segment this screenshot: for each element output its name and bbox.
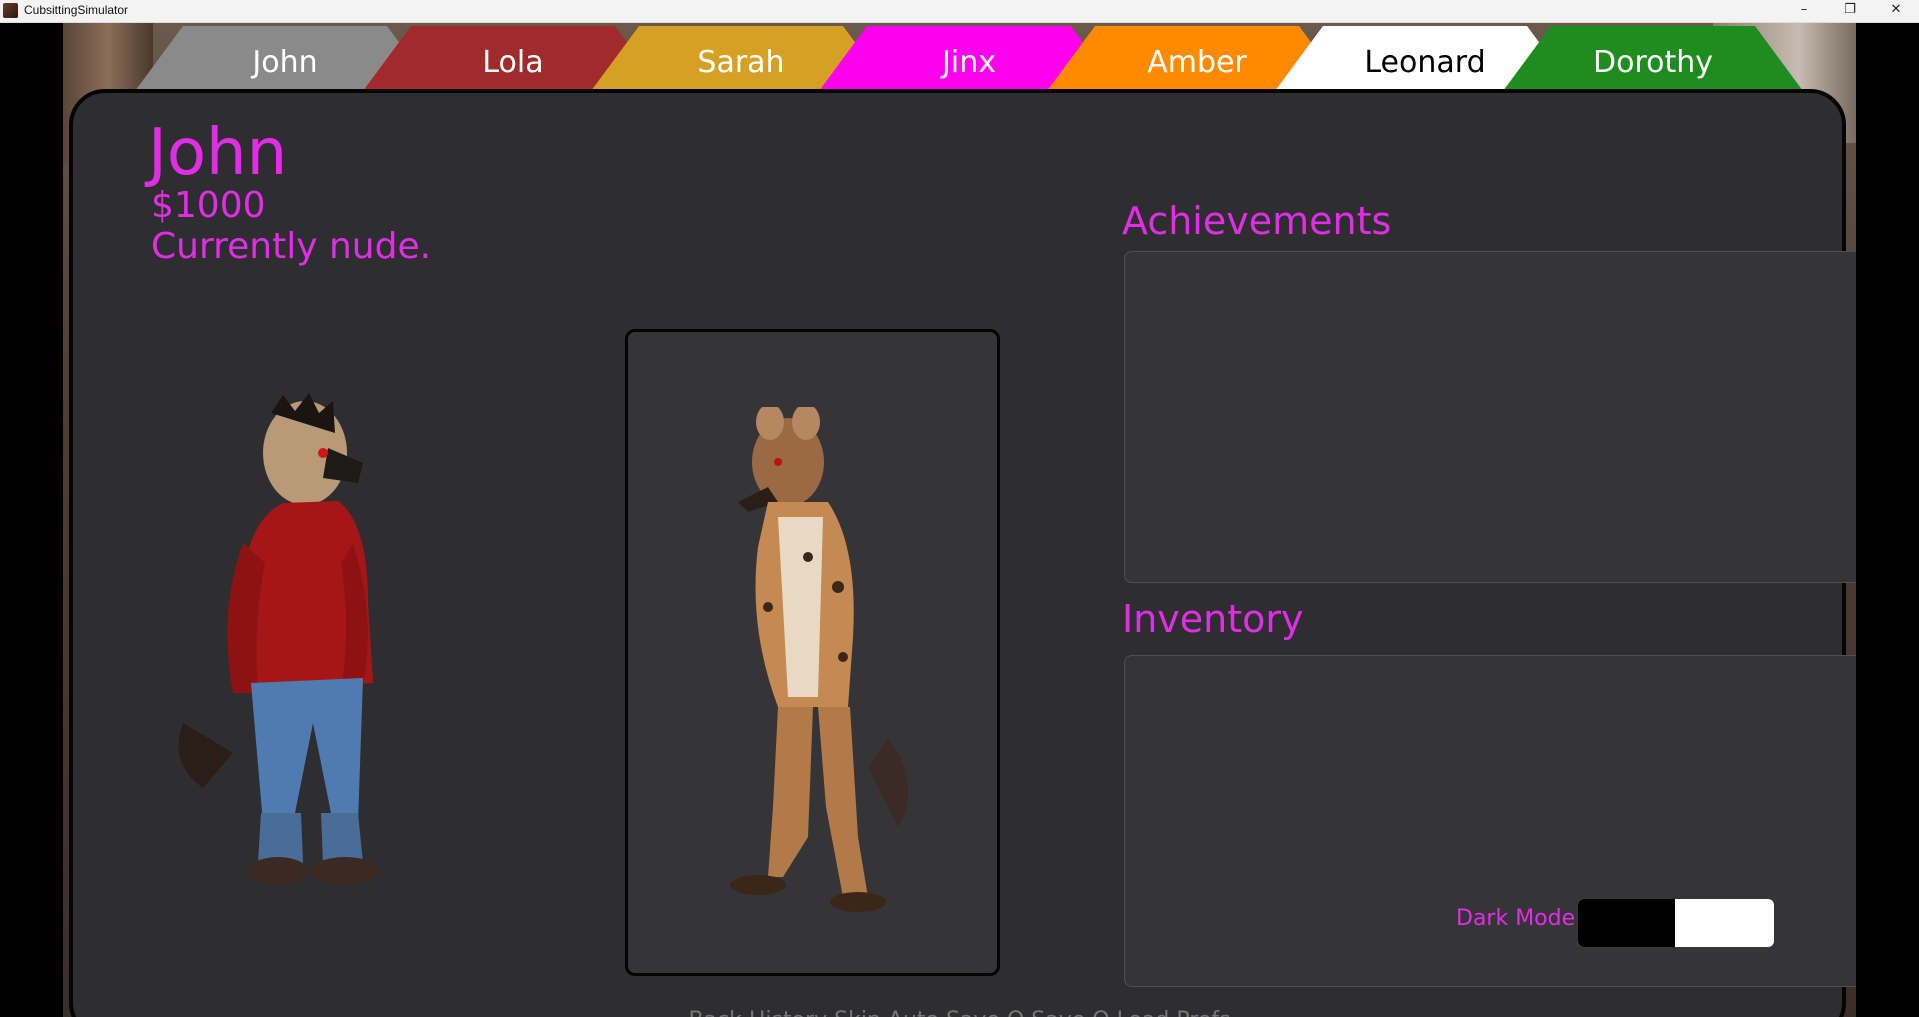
minimize-button[interactable]: – xyxy=(1781,0,1827,22)
window-title-bar: CubsittingSimulator – ❐ ✕ xyxy=(0,0,1919,23)
tab-dorothy[interactable]: Dorothy xyxy=(1503,26,1803,91)
tab-label: Leonard xyxy=(1364,45,1486,80)
character-portrait-image xyxy=(730,407,909,912)
tab-label: John xyxy=(252,45,318,80)
close-button[interactable]: ✕ xyxy=(1873,0,1919,22)
tab-label: Lola xyxy=(482,45,544,80)
inventory-heading: Inventory xyxy=(1122,597,1304,641)
quick-menu[interactable]: Back History Skip Auto Save Q.Save Q.Loa… xyxy=(63,1007,1856,1017)
app-icon xyxy=(3,3,18,18)
character-name: John xyxy=(148,116,288,190)
character-portrait-frame xyxy=(625,329,1000,976)
dark-mode-label: Dark Mode xyxy=(1456,906,1576,931)
maximize-button[interactable]: ❐ xyxy=(1827,0,1873,22)
achievements-heading: Achievements xyxy=(1122,199,1392,243)
outfit-status: Currently nude. xyxy=(151,226,432,267)
money-display: $1000 xyxy=(151,185,266,226)
character-figure-clothed xyxy=(178,393,379,885)
dark-mode-toggle-knob[interactable] xyxy=(1578,899,1675,947)
dark-mode-toggle[interactable] xyxy=(1578,899,1774,947)
character-panel: John $1000 Currently nude. Achievements … xyxy=(69,89,1856,1017)
game-viewport: John Lola Sarah Jinx Amber Leonard Dorot… xyxy=(63,23,1856,1017)
tab-label: Dorothy xyxy=(1592,45,1713,80)
tab-label: Amber xyxy=(1147,45,1247,80)
achievements-box xyxy=(1124,251,1856,583)
tab-label: Jinx xyxy=(942,45,996,80)
window-title: CubsittingSimulator xyxy=(24,3,129,17)
tab-label: Sarah xyxy=(697,45,785,80)
